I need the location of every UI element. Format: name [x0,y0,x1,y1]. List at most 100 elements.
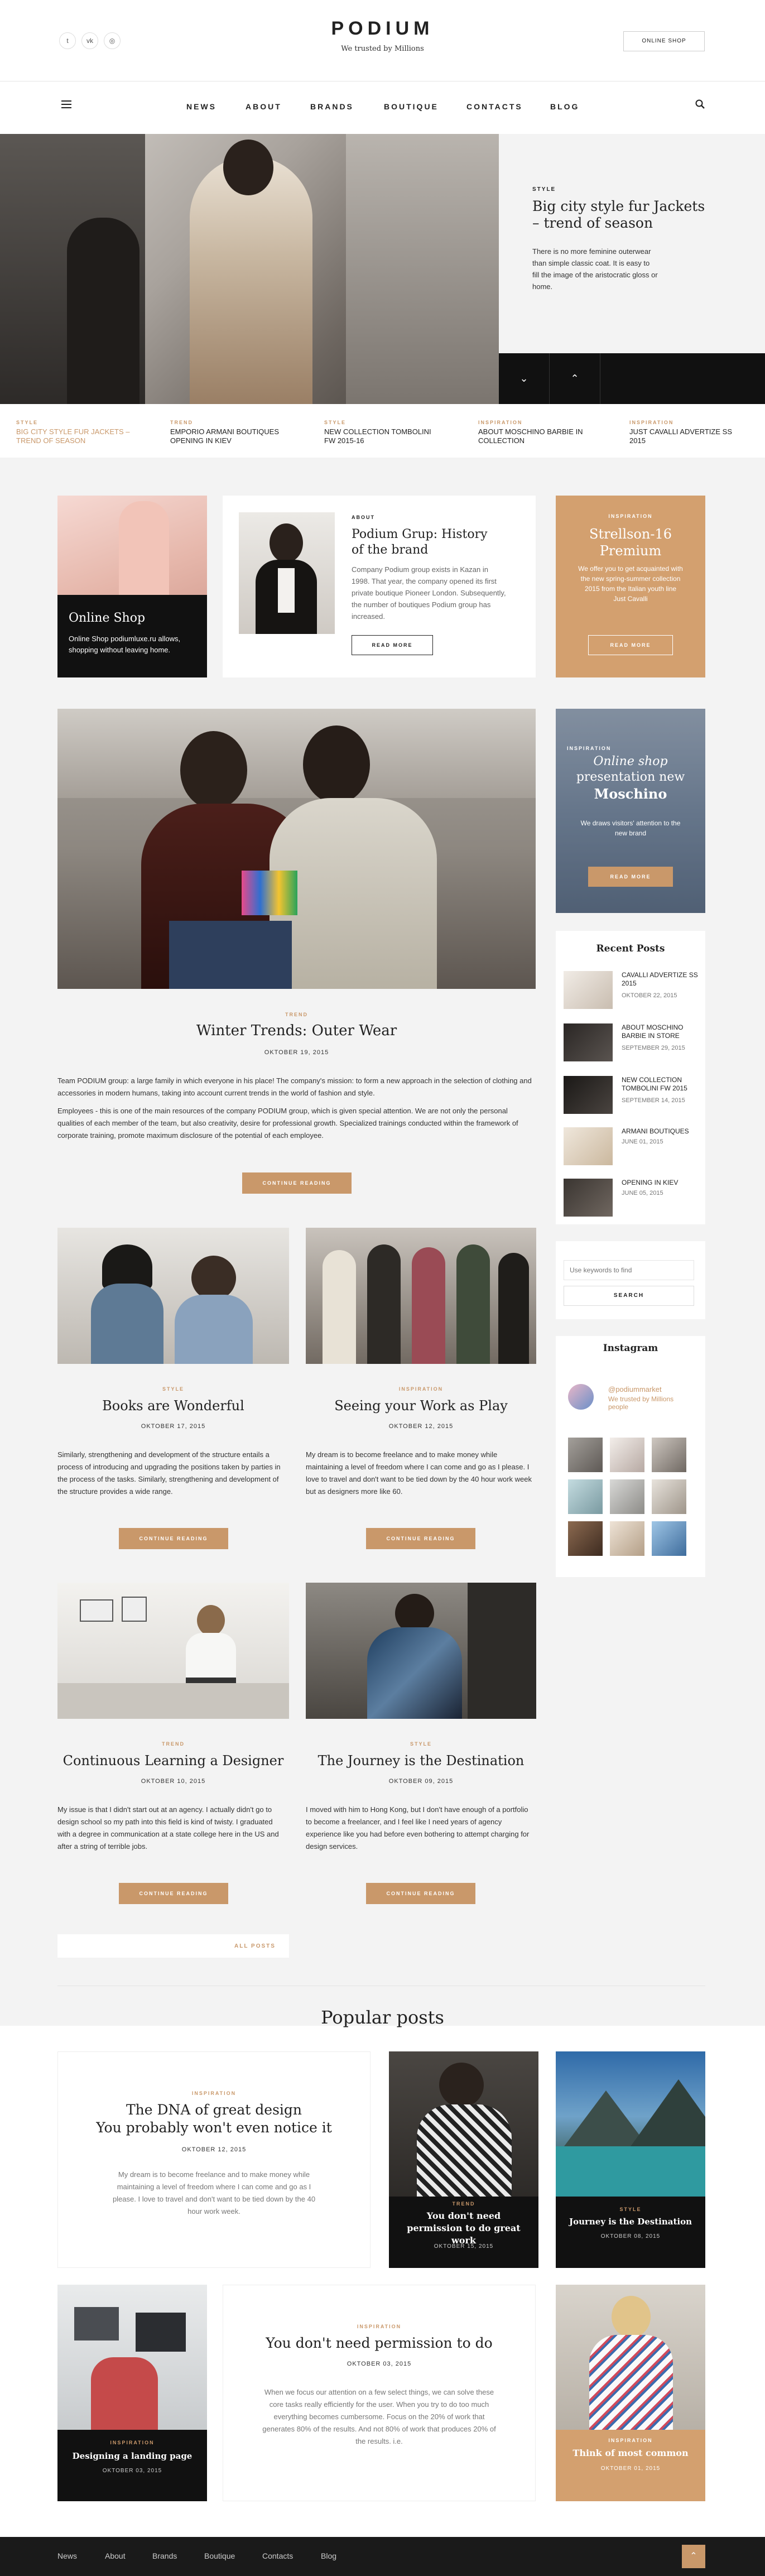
post-title[interactable]: Continuous Learning a Designer [57,1753,289,1768]
ticker-item[interactable]: STYLE NEW COLLECTION TOMBOLINI FW 2015-1… [324,420,464,445]
twitter-icon[interactable]: t [59,32,76,49]
main-post-tag: TREND [285,1012,308,1017]
post-tag: TREND [162,1741,185,1747]
footer-link-about[interactable]: About [105,2551,126,2560]
popular-card-date: OKTOBER 15, 2015 [434,2243,494,2250]
recent-post-title: ABOUT MOSCHINO BARBIE IN STORE [622,1023,684,1040]
hero-prev-button[interactable]: ⌄ [499,353,550,404]
ticker-item[interactable]: INSPIRATION JUST CAVALLI ADVERTIZE SS 20… [629,420,765,445]
post-continue-button[interactable]: CONTINUE READING [366,1528,475,1549]
nav-about[interactable]: ABOUT [246,102,282,111]
menu-icon[interactable] [61,100,71,108]
ticker-item[interactable]: INSPIRATION ABOUT MOSCHINO BARBIE IN COL… [478,420,618,445]
instagram-avatar[interactable] [568,1384,594,1410]
post-continue-button[interactable]: CONTINUE READING [119,1528,228,1549]
instagram-photo[interactable] [610,1479,644,1514]
ticker-item[interactable]: STYLE BIG CITY STYLE FUR JACKETS – TREND… [16,420,156,445]
popular-feature-date: OKTOBER 12, 2015 [181,2146,247,2153]
logo[interactable]: PODIUM [301,18,464,40]
instagram-photo[interactable] [568,1521,603,1556]
nav-news[interactable]: NEWS [186,102,216,111]
chevron-down-icon: ⌄ [519,373,528,384]
sidebar-search-button[interactable]: SEARCH [564,1286,694,1306]
hero-next-button[interactable]: ⌃ [550,353,600,404]
popular-card-tag: STYLE [619,2207,642,2212]
ticker-item[interactable]: TREND EMPORIO ARMANI BOUTIQUES OPENING I… [170,420,310,445]
footer-link-blog[interactable]: Blog [321,2551,336,2560]
about-read-more-button[interactable]: READ MORE [352,635,433,655]
moschino-title-1: Online shop [593,754,668,768]
popular-card-tag: TREND [452,2201,475,2207]
recent-post-item[interactable]: OPENING IN KIEV JUNE 05, 2015 [564,1179,703,1222]
post-image[interactable] [306,1583,536,1719]
post-text: Similarly, strengthening and development… [57,1450,281,1496]
logo-text: PODIUM [331,18,434,39]
post-image[interactable] [57,1228,289,1364]
sidebar-search-input[interactable] [564,1260,694,1280]
footer-link-boutique[interactable]: Boutique [204,2551,235,2560]
nav-contacts[interactable]: CONTACTS [466,102,523,111]
popular-feature-card[interactable] [57,2051,371,2268]
nav-boutique[interactable]: BOUTIQUE [384,102,439,111]
post-continue-button[interactable]: CONTINUE READING [366,1883,475,1904]
online-shop-text: Online Shop podiumluxe.ru allows, shoppi… [69,635,181,654]
recent-post-item[interactable]: NEW COLLECTION TOMBOLINI FW 2015 SEPTEMB… [564,1076,703,1119]
post-date: OKTOBER 17, 2015 [141,1423,206,1430]
popular-card-date: OKTOBER 08, 2015 [600,2233,661,2239]
footer-link-news[interactable]: News [57,2551,77,2560]
recent-post-item[interactable]: ABOUT MOSCHINO BARBIE IN STORE SEPTEMBER… [564,1023,703,1067]
vk-icon[interactable]: vk [81,32,98,49]
main-post-continue-button[interactable]: CONTINUE READING [242,1172,352,1194]
instagram-photo[interactable] [610,1521,644,1556]
footer-link-brands[interactable]: Brands [152,2551,177,2560]
ticker-title: JUST CAVALLI ADVERTIZE SS 2015 [629,427,732,445]
all-posts-link[interactable]: ALL POSTS [234,1943,276,1949]
popular-feature-tag: INSPIRATION [191,2090,237,2096]
recent-post-thumb [564,971,613,1009]
post-image[interactable] [57,1583,289,1719]
post-title[interactable]: The Journey is the Destination [306,1753,536,1768]
recent-post-date: JUNE 05, 2015 [622,1190,663,1196]
recent-post-item[interactable]: ARMANI BOUTIQUES JUNE 01, 2015 [564,1127,703,1171]
main-post-title[interactable]: Winter Trends: Outer Wear [57,1022,536,1039]
popular-feature-text: My dream is to become freelance and to m… [112,2170,316,2215]
post-continue-button[interactable]: CONTINUE READING [119,1883,228,1904]
recent-post-date: SEPTEMBER 14, 2015 [622,1097,685,1104]
instagram-photo[interactable] [652,1479,686,1514]
moschino-text: We draws visitors' attention to the new … [580,819,681,837]
recent-post-item[interactable]: CAVALLI ADVERTIZE SS 2015 OKTOBER 22, 20… [564,971,703,1015]
main-post-date: OKTOBER 19, 2015 [264,1049,329,1056]
post-title[interactable]: Seeing your Work as Play [306,1398,536,1414]
online-shop-button[interactable]: ONLINE SHOP [623,31,705,51]
search-widget [556,1241,705,1319]
hero-tag: STYLE [532,186,556,193]
recent-posts-title: Recent Posts [596,943,665,954]
instagram-photo[interactable] [568,1438,603,1472]
post-date: OKTOBER 12, 2015 [388,1423,454,1430]
instagram-user[interactable]: @podiummarket [608,1385,662,1393]
instagram-photo[interactable] [568,1479,603,1514]
tagline: We trusted by Millions [341,45,424,53]
instagram-photo[interactable] [610,1438,644,1472]
instagram-photo[interactable] [652,1438,686,1472]
instagram-icon[interactable]: ◎ [104,32,121,49]
search-icon[interactable] [695,99,705,109]
popular-title: Popular posts [321,2007,444,2028]
hero-image[interactable] [0,134,499,404]
instagram-photo[interactable] [652,1521,686,1556]
strellson-read-more-button[interactable]: READ MORE [588,635,673,655]
post-text: My dream is to become freelance and to m… [306,1450,532,1496]
scroll-top-button[interactable]: ⌃ [682,2545,705,2568]
strellson-tag: INSPIRATION [608,513,653,519]
post-image[interactable] [306,1228,536,1364]
hero-title[interactable]: Big city style fur Jackets – trend of se… [532,198,711,232]
moschino-read-more-button[interactable]: READ MORE [588,867,673,887]
post-title[interactable]: Books are Wonderful [57,1398,289,1414]
about-title[interactable]: Podium Grup: History of the brand [352,527,497,558]
footer-link-contacts[interactable]: Contacts [262,2551,293,2560]
post-text: My issue is that I didn't start out at a… [57,1805,279,1851]
nav-brands[interactable]: BRANDS [310,102,354,111]
nav-blog[interactable]: BLOG [550,102,579,111]
main-post-image[interactable] [57,709,536,989]
popular-card-date: OKTOBER 03, 2015 [102,2468,162,2474]
